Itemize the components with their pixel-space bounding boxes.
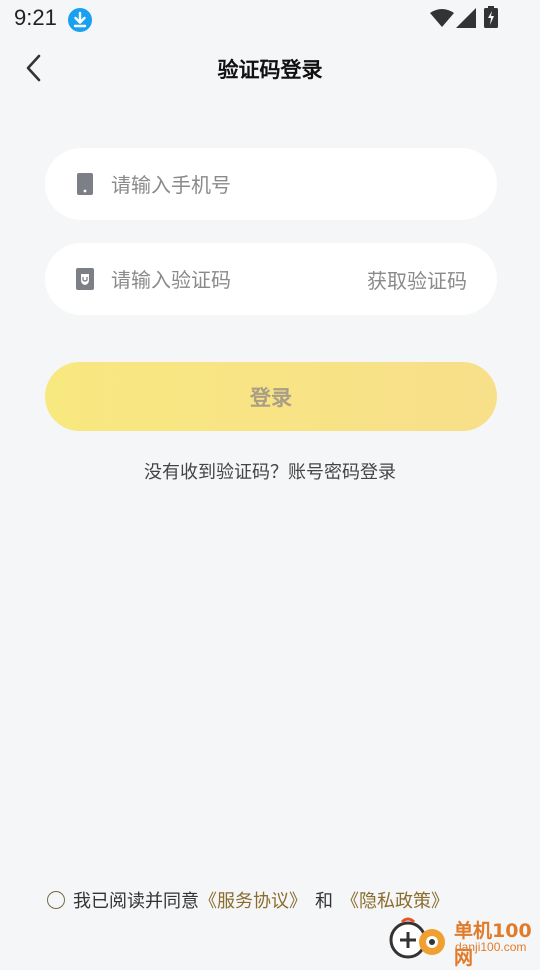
- download-icon: [68, 8, 92, 32]
- watermark-url: danji100.com: [455, 940, 527, 954]
- phone-field[interactable]: [45, 148, 497, 222]
- watermark: 单机100网 danji100.com: [388, 912, 540, 969]
- code-input[interactable]: [109, 243, 333, 317]
- wifi-icon: [430, 9, 454, 27]
- phone-icon: [77, 173, 93, 195]
- login-button[interactable]: 登录: [45, 362, 497, 431]
- agree-checkbox[interactable]: [47, 891, 65, 909]
- service-agreement-link[interactable]: 《服务协议》: [199, 887, 307, 913]
- watermark-logo-icon: [389, 917, 445, 959]
- battery-charging-icon: [484, 6, 498, 28]
- password-login-link[interactable]: 没有收到验证码？账号密码登录: [0, 458, 540, 484]
- signal-icon: [456, 8, 476, 28]
- get-code-button[interactable]: 获取验证码: [367, 265, 467, 294]
- phone-input[interactable]: [109, 148, 333, 222]
- agreement-row: 我已阅读并同意 《服务协议》 和 《隐私政策》: [47, 886, 449, 914]
- code-field[interactable]: 获取验证码: [45, 243, 497, 317]
- agreement-prefix: 我已阅读并同意: [73, 891, 199, 912]
- privacy-policy-link[interactable]: 《隐私政策》: [341, 887, 449, 913]
- agreement-and-text: 和: [315, 891, 333, 912]
- page-title: 验证码登录: [217, 58, 323, 82]
- nav-bar: 验证码登录: [0, 40, 540, 96]
- shield-code-icon: [76, 268, 94, 290]
- status-bar: 9:21: [0, 0, 540, 38]
- status-time: 9:21: [14, 5, 57, 30]
